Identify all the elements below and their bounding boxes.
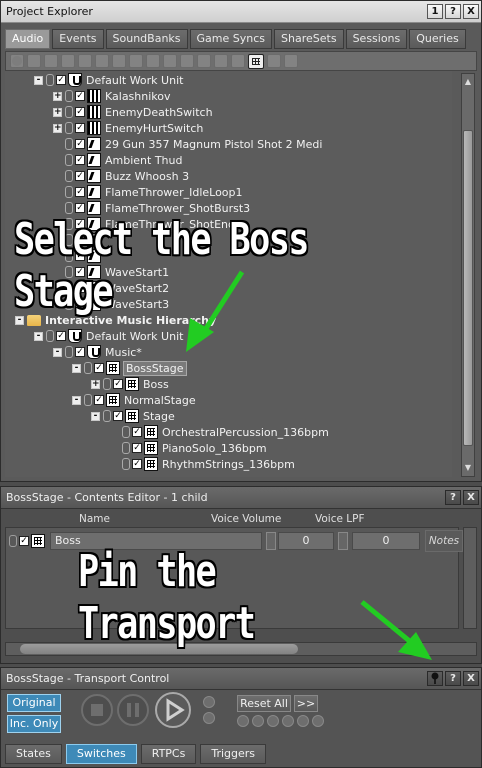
annotation-arrows <box>186 270 432 660</box>
select-arrow-icon <box>186 270 245 352</box>
pin-arrow-icon <box>360 600 432 660</box>
